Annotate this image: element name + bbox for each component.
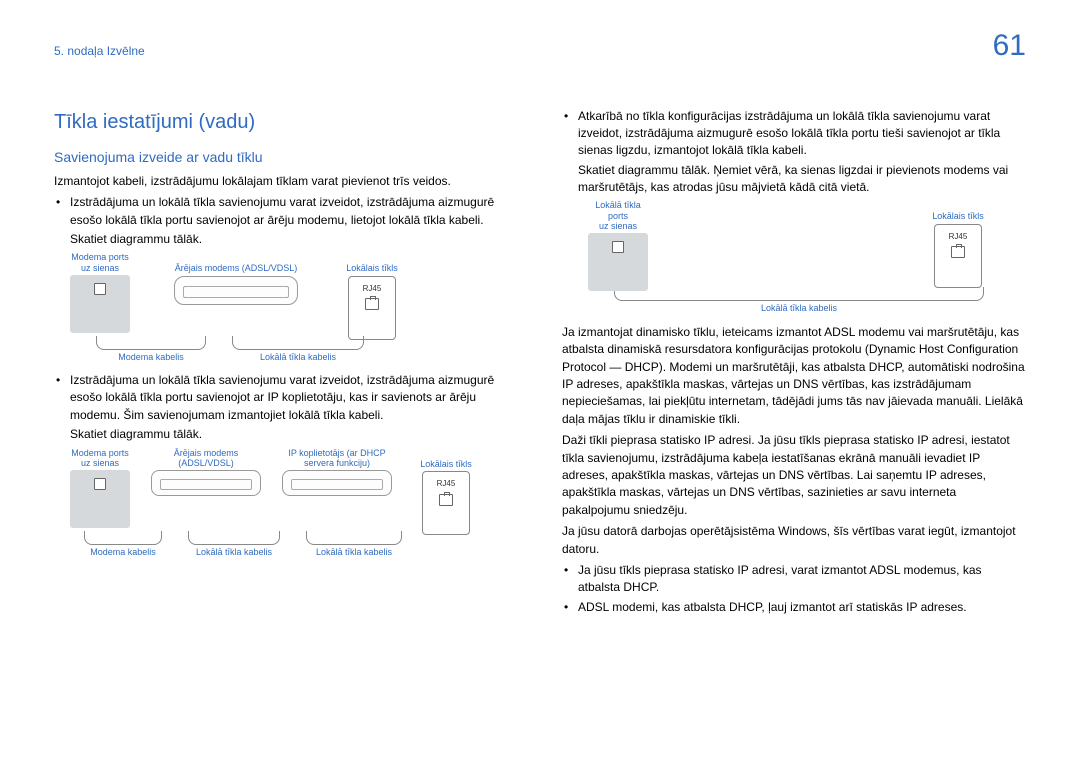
label-lan-cable: Lokālā tīkla kabelis bbox=[614, 303, 984, 313]
page-number: 61 bbox=[993, 24, 1026, 68]
label-modem-cable: Modema kabelis bbox=[96, 352, 206, 362]
label-modem-port-wall: Modema ports uz sienas bbox=[71, 448, 129, 469]
rj45-box-icon: RJ45 bbox=[934, 224, 982, 288]
label-lan-cable: Lokālā tīkla kabelis bbox=[306, 547, 402, 557]
label-ext-modem-short: Ārējais modems (ADSL/VDSL) bbox=[174, 448, 239, 469]
label-modem-port-wall: Modema ports uz sienas bbox=[71, 252, 129, 273]
rj45-box-icon: RJ45 bbox=[422, 471, 470, 535]
label-ip-sharer: IP koplietotājs (ar DHCP servera funkcij… bbox=[288, 448, 385, 469]
ip-sharer-icon bbox=[282, 470, 392, 496]
wall-plate-icon bbox=[70, 275, 130, 333]
bullet-item: Izstrādājuma un lokālā tīkla savienojumu… bbox=[70, 372, 518, 424]
wall-plate-icon bbox=[70, 470, 130, 528]
label-lan-port-wall: Lokālā tīkla ports uz sienas bbox=[586, 200, 650, 231]
label-lan-cable: Lokālā tīkla kabelis bbox=[232, 352, 364, 362]
label-lan-cable: Lokālā tīkla kabelis bbox=[188, 547, 280, 557]
label-ext-modem: Ārējais modems (ADSL/VDSL) bbox=[175, 263, 298, 273]
diagram-3: Lokālā tīkla ports uz sienas Lokālais tī… bbox=[586, 200, 1026, 313]
bullet-item: ADSL modemi, kas atbalsta DHCP, ļauj izm… bbox=[578, 599, 1026, 616]
intro-text: Izmantojot kabeli, izstrādājumu lokālaja… bbox=[54, 173, 518, 190]
section-subtitle: Savienojuma izveide ar vadu tīklu bbox=[54, 147, 518, 167]
modem-icon bbox=[174, 276, 298, 305]
page-header: 5. nodaļa Izvēlne 61 bbox=[54, 24, 1026, 68]
see-diagram-text: Skatiet diagrammu tālāk. Ņemiet vērā, ka… bbox=[578, 162, 1026, 197]
right-column: Atkarībā no tīkla konfigurācijas izstrād… bbox=[562, 108, 1026, 619]
label-lan: Lokālais tīkls bbox=[932, 211, 984, 221]
rj45-label: RJ45 bbox=[363, 283, 382, 295]
content-columns: Tīkla iestatījumi (vadu) Savienojuma izv… bbox=[54, 108, 1026, 619]
label-lan: Lokālais tīkls bbox=[420, 459, 472, 469]
bullet-item: Ja jūsu tīkls pieprasa statisko IP adres… bbox=[578, 562, 1026, 597]
rj45-port-icon bbox=[951, 246, 965, 258]
diagram-1: Modema ports uz sienas Ārējais modems (A… bbox=[70, 252, 534, 362]
paragraph: Daži tīkli pieprasa statisko IP adresi. … bbox=[562, 432, 1026, 519]
left-column: Tīkla iestatījumi (vadu) Savienojuma izv… bbox=[54, 108, 518, 619]
rj45-box-icon: RJ45 bbox=[348, 276, 396, 340]
chapter-label: 5. nodaļa Izvēlne bbox=[54, 43, 145, 60]
bullet-item: Atkarībā no tīkla konfigurācijas izstrād… bbox=[578, 108, 1026, 160]
diagram-2: Modema ports uz sienas Ārējais modems (A… bbox=[70, 448, 534, 558]
page-title: Tīkla iestatījumi (vadu) bbox=[54, 108, 518, 137]
modem-icon bbox=[151, 470, 261, 496]
paragraph: Ja izmantojat dinamisko tīklu, ieteicams… bbox=[562, 324, 1026, 428]
rj45-label: RJ45 bbox=[949, 231, 968, 243]
label-modem-cable: Modema kabelis bbox=[84, 547, 162, 557]
wall-plate-icon bbox=[588, 233, 648, 291]
bullet-item: Izstrādājuma un lokālā tīkla savienojumu… bbox=[70, 194, 518, 229]
rj45-label: RJ45 bbox=[437, 478, 456, 490]
see-diagram-text: Skatiet diagrammu tālāk. bbox=[70, 231, 518, 248]
see-diagram-text: Skatiet diagrammu tālāk. bbox=[70, 426, 518, 443]
rj45-port-icon bbox=[439, 494, 453, 506]
rj45-port-icon bbox=[365, 298, 379, 310]
label-lan: Lokālais tīkls bbox=[346, 263, 398, 273]
paragraph: Ja jūsu datorā darbojas operētājsistēma … bbox=[562, 523, 1026, 558]
